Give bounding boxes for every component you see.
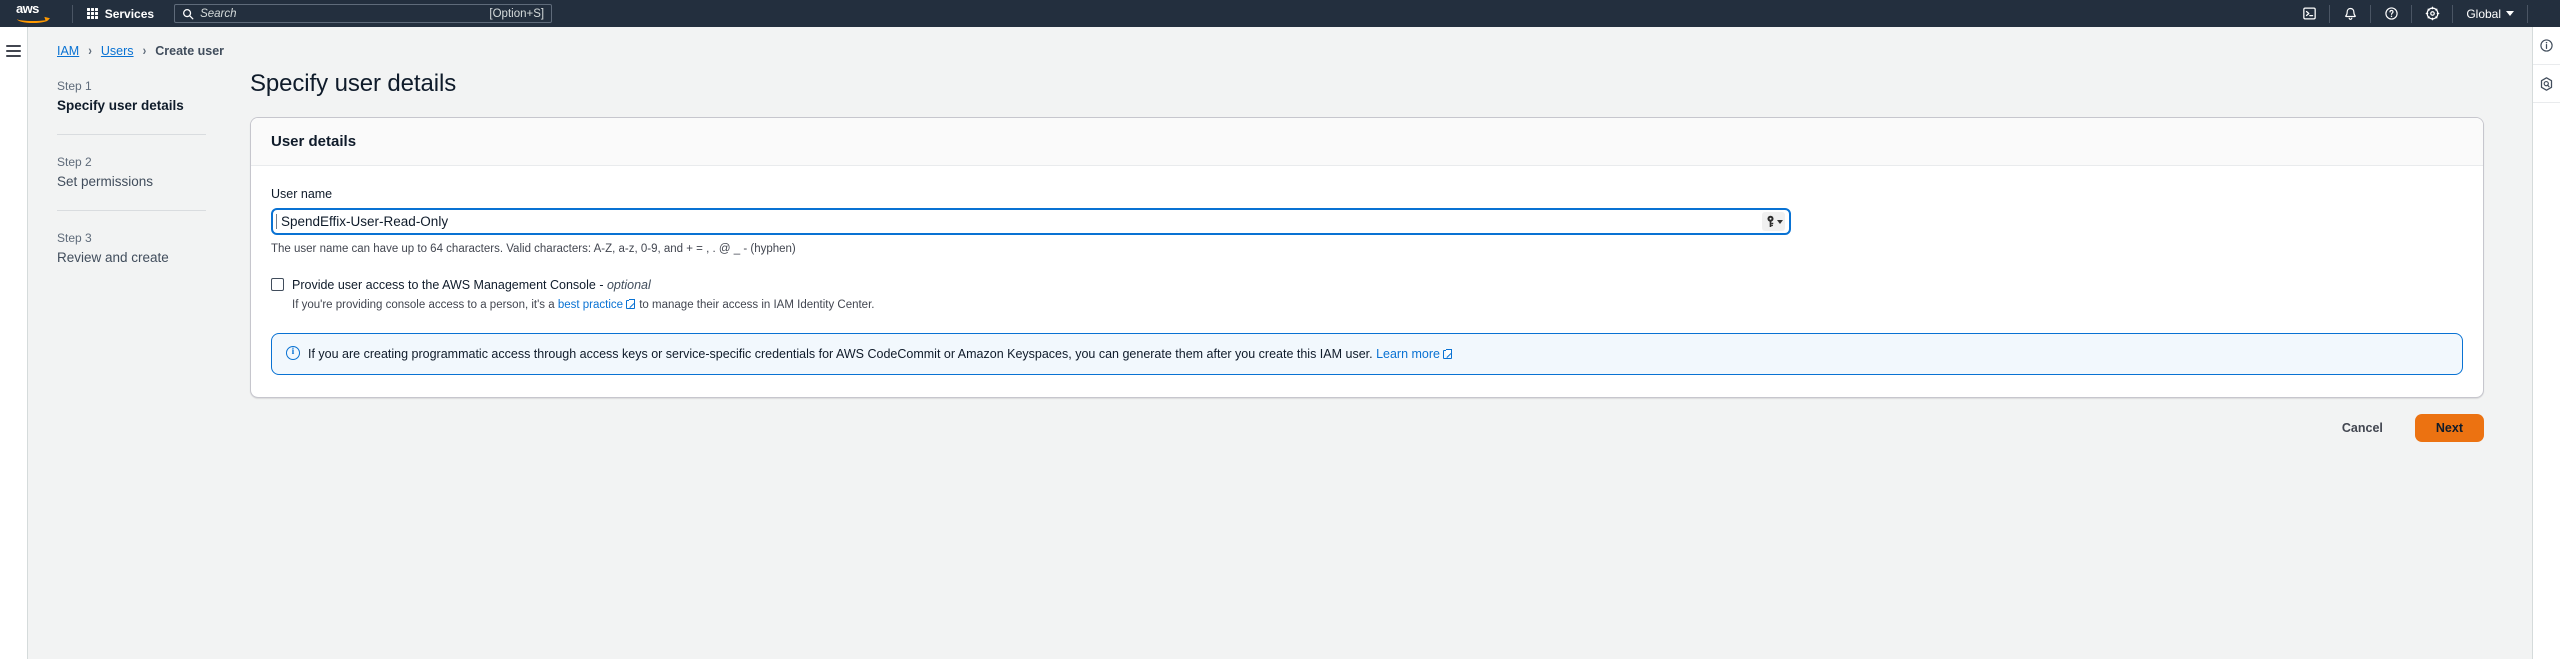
console-access-label-main: Provide user access to the AWS Managemen… (292, 278, 607, 292)
search-placeholder-text: Search (200, 7, 237, 20)
console-access-optional-tag: optional (606, 278, 651, 292)
user-details-card-body: User name SpendEffix-User-Read-Only The … (251, 166, 2483, 397)
hamburger-icon-bar (6, 45, 21, 47)
breadcrumb-item-users[interactable]: Users (101, 44, 134, 58)
info-icon: i (286, 346, 300, 360)
main-row: Step 1 Specify user details Step 2 Set p… (28, 61, 2532, 659)
nav-separator (2527, 4, 2528, 23)
chevron-down-icon (2506, 11, 2514, 16)
gear-icon (2425, 6, 2440, 21)
content-column: IAM › Users › Create user Step 1 Specify… (28, 27, 2532, 659)
amazon-q-icon (2540, 76, 2553, 91)
nav-divider (72, 4, 73, 23)
left-navigation-rail (0, 27, 28, 659)
username-input-wrapper (271, 208, 1791, 235)
alert-message: If you are creating programmatic access … (308, 345, 1453, 363)
step-divider (57, 134, 206, 135)
region-label: Global (2466, 6, 2501, 21)
learn-more-link[interactable]: Learn more (1376, 347, 1440, 361)
external-link-icon (626, 299, 636, 309)
info-panel-button[interactable] (2532, 27, 2560, 65)
app-shell: IAM › Users › Create user Step 1 Specify… (0, 27, 2560, 659)
cancel-button[interactable]: Cancel (2328, 416, 2397, 440)
step-divider (57, 210, 206, 211)
programmatic-access-info-alert: i If you are creating programmatic acces… (271, 333, 2463, 375)
step-2-number: Step 2 (57, 155, 92, 169)
menu-toggle-button[interactable] (6, 39, 21, 63)
hamburger-icon-bar (6, 50, 21, 52)
search-shortcut-hint: [Option+S] (489, 7, 545, 20)
breadcrumb-item-iam[interactable]: IAM (57, 44, 79, 58)
region-selector-button[interactable]: Global (2453, 0, 2527, 27)
alert-message-text: If you are creating programmatic access … (308, 347, 1377, 361)
aws-smile-icon (17, 15, 49, 23)
aws-wordmark: aws (16, 0, 39, 16)
page-title: Specify user details (250, 70, 457, 97)
step-3-label: Review and create (57, 250, 169, 265)
external-link-icon (1443, 349, 1452, 359)
console-access-checkbox-row[interactable]: Provide user access to the AWS Managemen… (271, 276, 2463, 314)
amazon-q-button[interactable] (2532, 65, 2560, 103)
breadcrumb-separator-icon: › (142, 43, 147, 59)
cloudshell-button[interactable] (2289, 0, 2329, 27)
next-button[interactable]: Next (2414, 414, 2484, 442)
breadcrumb: IAM › Users › Create user (28, 27, 2532, 61)
step-2-label: Set permissions (57, 174, 154, 189)
content-pane: Specify user details User details User n… (226, 61, 2532, 659)
username-input[interactable] (271, 208, 1791, 235)
help-icon (2385, 7, 2398, 20)
wizard-footer-actions: Cancel Next (250, 398, 2484, 442)
nav-right-group: Global (2289, 0, 2560, 27)
wizard-step-3[interactable]: Step 3 Review and create (57, 227, 206, 268)
username-label: User name (271, 187, 333, 201)
wizard-step-2[interactable]: Step 2 Set permissions (57, 151, 206, 192)
user-details-card-header: User details (251, 118, 2483, 166)
help-button[interactable] (2371, 0, 2411, 27)
key-icon (1767, 215, 1774, 227)
right-tool-rail (2532, 27, 2560, 659)
password-manager-autofill-button[interactable] (1762, 212, 1785, 231)
wizard-steps: Step 1 Specify user details Step 2 Set p… (28, 61, 226, 659)
grid-icon (87, 8, 98, 19)
notifications-button[interactable] (2330, 0, 2370, 27)
cloudshell-icon (2303, 7, 2316, 20)
best-practice-link[interactable]: best practice (558, 299, 623, 311)
step-3-number: Step 3 (57, 231, 92, 245)
console-access-label: Provide user access to the AWS Managemen… (292, 276, 874, 294)
user-details-heading: User details (271, 133, 357, 150)
step-1-number: Step 1 (57, 79, 92, 93)
services-label: Services (104, 6, 155, 21)
console-access-help-suffix: to manage their access in IAM Identity C… (636, 299, 875, 311)
services-menu-button[interactable]: Services (77, 3, 164, 25)
console-access-text-group: Provide user access to the AWS Managemen… (292, 276, 874, 314)
console-access-checkbox[interactable] (271, 278, 284, 291)
username-constraint-text: The user name can have up to 64 characte… (271, 243, 796, 255)
bell-icon (2344, 7, 2356, 20)
info-panel-icon (2540, 39, 2553, 52)
breadcrumb-separator-icon: › (88, 43, 92, 59)
search-icon (183, 8, 194, 19)
wizard-step-1[interactable]: Step 1 Specify user details (57, 75, 206, 116)
console-access-help-text: If you're providing console access to a … (292, 297, 874, 314)
step-1-label: Specify user details (57, 98, 184, 113)
user-details-card: User details User name SpendEffix-User-R… (250, 117, 2484, 398)
breadcrumb-item-create-user: Create user (155, 44, 225, 58)
chevron-down-icon (1777, 220, 1783, 224)
text-caret (276, 214, 277, 229)
aws-logo[interactable]: aws (16, 0, 54, 25)
settings-button[interactable] (2412, 0, 2452, 27)
top-navigation-bar: aws Services Search [Option+S] Global (0, 0, 2560, 27)
global-search-input[interactable]: Search [Option+S] (174, 4, 553, 23)
hamburger-icon-bar (6, 55, 21, 57)
console-access-help-prefix: If you're providing console access to a … (292, 299, 558, 311)
